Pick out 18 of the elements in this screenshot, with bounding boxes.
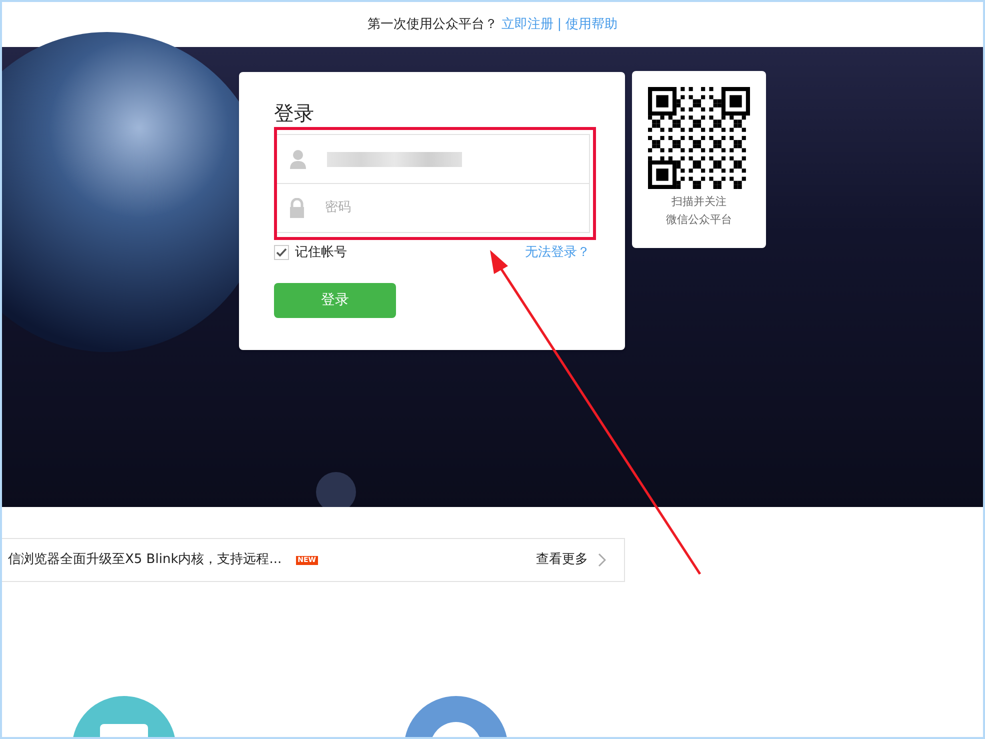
news-headline[interactable]: 信浏览器全面升级至X5 Blink内核，支持远程...: [8, 550, 282, 570]
login-button[interactable]: 登录: [274, 282, 396, 318]
lock-icon: [289, 198, 305, 218]
help-link[interactable]: 使用帮助: [566, 14, 618, 34]
login-title: 登录: [274, 100, 315, 126]
check-icon: [276, 248, 287, 258]
first-time-question: 第一次使用公众平台？: [367, 16, 498, 34]
user-icon: [289, 149, 307, 169]
qr-caption: 微信公众平台: [666, 212, 732, 228]
link-separator: |: [557, 16, 562, 34]
cannot-login-link[interactable]: 无法登录？: [525, 243, 590, 262]
qr-caption: 扫描并关注: [672, 194, 726, 210]
see-more-link[interactable]: 查看更多: [536, 550, 588, 570]
remember-checkbox[interactable]: [274, 245, 289, 260]
register-link[interactable]: 立即注册: [501, 14, 554, 34]
small-planet-drawing: [314, 470, 358, 507]
chevron-right-icon: [598, 553, 606, 567]
remember-label: 记住帐号: [295, 244, 347, 262]
